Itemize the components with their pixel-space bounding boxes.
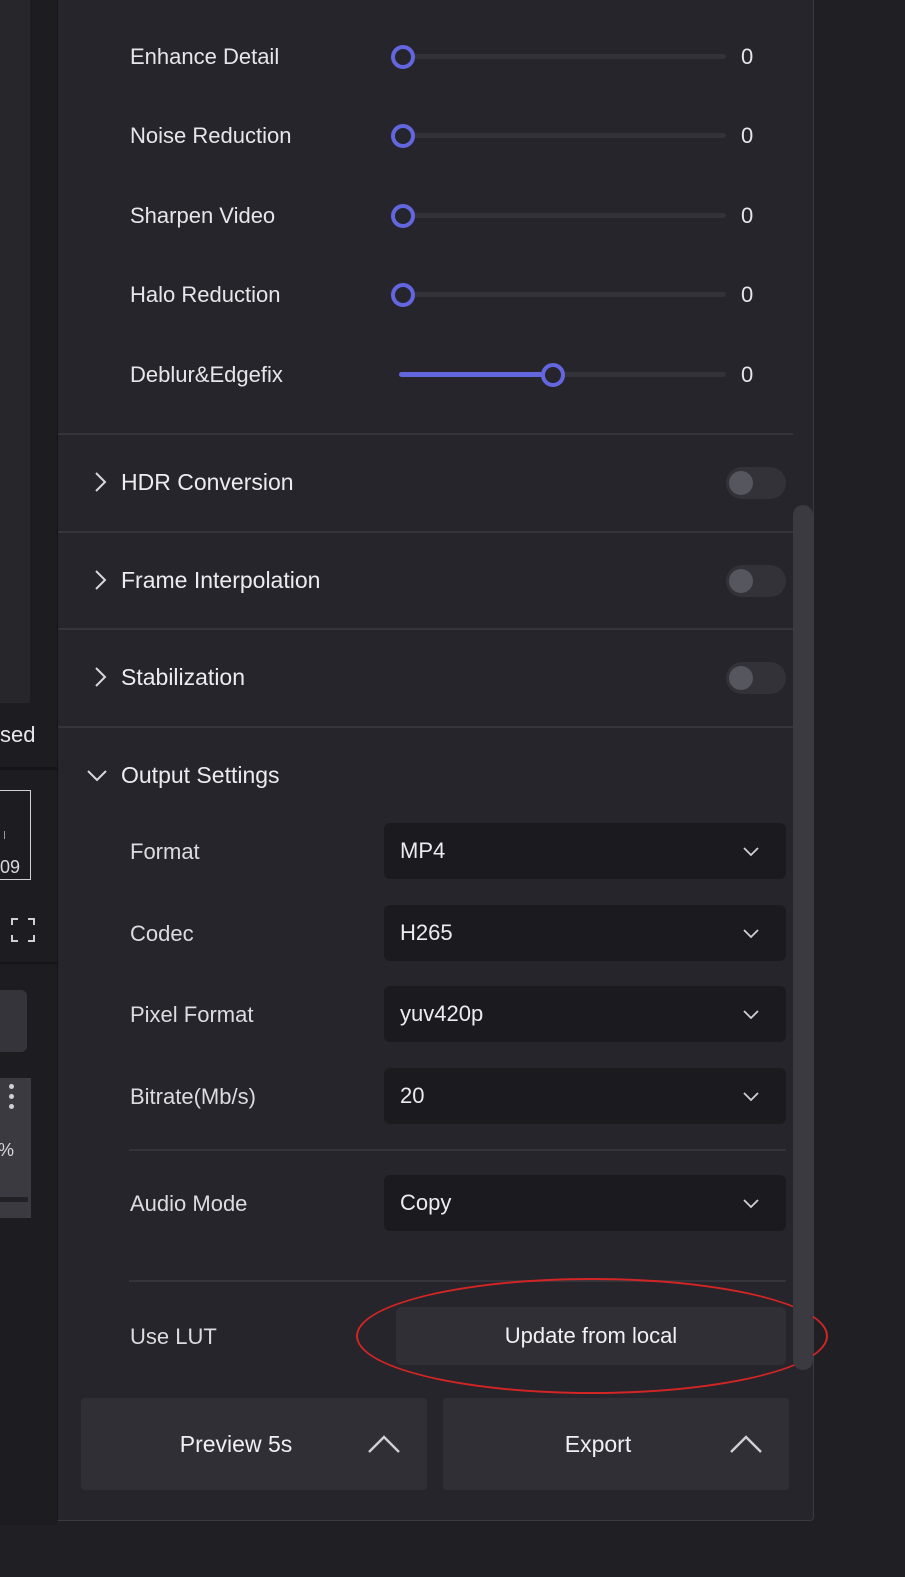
divider [58, 726, 793, 728]
section-frame-interpolation[interactable]: Frame Interpolation [58, 551, 793, 611]
format-row: Format MP4 [58, 823, 793, 879]
slider-track[interactable] [391, 124, 726, 148]
left-pane: sed 09 % [0, 0, 57, 1525]
divider [0, 962, 57, 964]
pixel-format-select[interactable]: yuv420p [384, 986, 786, 1042]
toggle-knob [729, 569, 753, 593]
frame-interpolation-toggle[interactable] [726, 565, 786, 597]
slider-label: Halo Reduction [130, 282, 281, 307]
slider-track[interactable] [391, 283, 726, 307]
section-title: Stabilization [121, 664, 246, 690]
stabilization-toggle[interactable] [726, 662, 786, 694]
chevron-right-icon [95, 667, 107, 687]
task-card-progress[interactable]: % [0, 1078, 31, 1218]
section-title: HDR Conversion [121, 469, 294, 495]
bitrate-select[interactable]: 20 [384, 1068, 786, 1124]
video-preview [0, 0, 30, 703]
bitrate-label: Bitrate(Mb/s) [130, 1084, 256, 1109]
progress-bar [0, 1197, 28, 1202]
section-stabilization[interactable]: Stabilization [58, 648, 793, 708]
bitrate-value: 20 [400, 1083, 425, 1108]
slider-enhance-detail: Enhance Detail 0 [58, 36, 793, 76]
slider-knob[interactable] [540, 363, 565, 387]
hdr-toggle[interactable] [726, 467, 786, 499]
audio-mode-label: Audio Mode [130, 1191, 248, 1216]
audio-mode-select[interactable]: Copy [384, 1175, 786, 1231]
slider-halo-reduction: Halo Reduction 0 [58, 274, 793, 314]
slider-noise-reduction: Noise Reduction 0 [58, 115, 793, 155]
toggle-knob [729, 471, 753, 495]
settings-panel: Enhance Detail 0 Noise Reduction 0 Sharp… [57, 0, 828, 1521]
slider-track[interactable] [391, 204, 726, 228]
codec-label: Codec [130, 921, 194, 946]
use-lut-label: Use LUT [130, 1324, 217, 1349]
chevron-down-icon [87, 770, 107, 782]
chevron-down-icon [743, 1199, 759, 1209]
fullscreen-icon[interactable] [10, 917, 36, 943]
slider-label: Enhance Detail [130, 44, 280, 69]
chevron-down-icon [743, 1092, 759, 1102]
slider-value: 0 [741, 44, 754, 69]
preview-label: Preview 5s [179, 1431, 293, 1457]
pixel-format-value: yuv420p [400, 1001, 484, 1026]
audio-mode-value: Copy [400, 1190, 452, 1215]
chevron-right-icon [95, 472, 107, 492]
slider-value: 0 [741, 362, 754, 387]
timecode: 09 [0, 857, 21, 877]
audio-mode-row: Audio Mode Copy [58, 1175, 793, 1231]
divider [58, 628, 793, 630]
slider-track[interactable] [399, 363, 726, 387]
task-card[interactable] [0, 990, 27, 1052]
section-title: Output Settings [121, 762, 280, 788]
update-from-local-button[interactable]: Update from local [396, 1307, 786, 1365]
slider-label: Noise Reduction [130, 123, 292, 148]
slider-label: Deblur&Edgefix [130, 362, 283, 387]
section-title: Frame Interpolation [121, 567, 321, 593]
divider [129, 1149, 786, 1151]
status-text: sed [0, 722, 36, 747]
slider-knob[interactable] [391, 204, 415, 228]
format-value: MP4 [400, 838, 446, 863]
slider-knob[interactable] [391, 124, 415, 148]
more-options-icon[interactable] [9, 1084, 15, 1112]
codec-value: H265 [400, 920, 453, 945]
section-output-settings[interactable]: Output Settings [58, 746, 793, 806]
export-button[interactable]: Export [443, 1398, 789, 1490]
chevron-right-icon [95, 570, 107, 590]
slider-label: Sharpen Video [130, 203, 276, 228]
codec-select[interactable]: H265 [384, 905, 786, 961]
toggle-knob [729, 666, 753, 690]
codec-row: Codec H265 [58, 905, 793, 961]
format-label: Format [130, 839, 200, 864]
pixel-format-row: Pixel Format yuv420p [58, 986, 793, 1042]
progress-percent: % [0, 1140, 14, 1161]
slider-value: 0 [741, 123, 754, 148]
slider-knob[interactable] [391, 45, 415, 69]
chevron-up-icon[interactable] [729, 1428, 763, 1458]
format-select[interactable]: MP4 [384, 823, 786, 879]
scrollbar[interactable] [793, 505, 813, 1370]
chevron-down-icon [743, 929, 759, 939]
bitrate-row: Bitrate(Mb/s) 20 [58, 1068, 793, 1124]
chevron-up-icon[interactable] [367, 1428, 401, 1458]
slider-fill [399, 372, 553, 377]
slider-value: 0 [741, 203, 754, 228]
slider-track[interactable] [391, 45, 726, 69]
timeline-tick [4, 831, 5, 839]
chevron-down-icon [743, 847, 759, 857]
slider-value: 0 [741, 282, 754, 307]
divider [58, 433, 793, 435]
slider-sharpen-video: Sharpen Video 0 [58, 195, 793, 235]
divider [129, 1280, 786, 1282]
divider [58, 531, 793, 533]
export-label: Export [564, 1431, 632, 1457]
slider-deblur-edgefix: Deblur&Edgefix 0 [58, 354, 793, 394]
preview-button[interactable]: Preview 5s [81, 1398, 427, 1490]
chevron-down-icon [743, 1010, 759, 1020]
section-hdr-conversion[interactable]: HDR Conversion [58, 453, 793, 513]
pixel-format-label: Pixel Format [130, 1002, 254, 1027]
slider-knob[interactable] [391, 283, 415, 307]
divider [0, 767, 57, 770]
